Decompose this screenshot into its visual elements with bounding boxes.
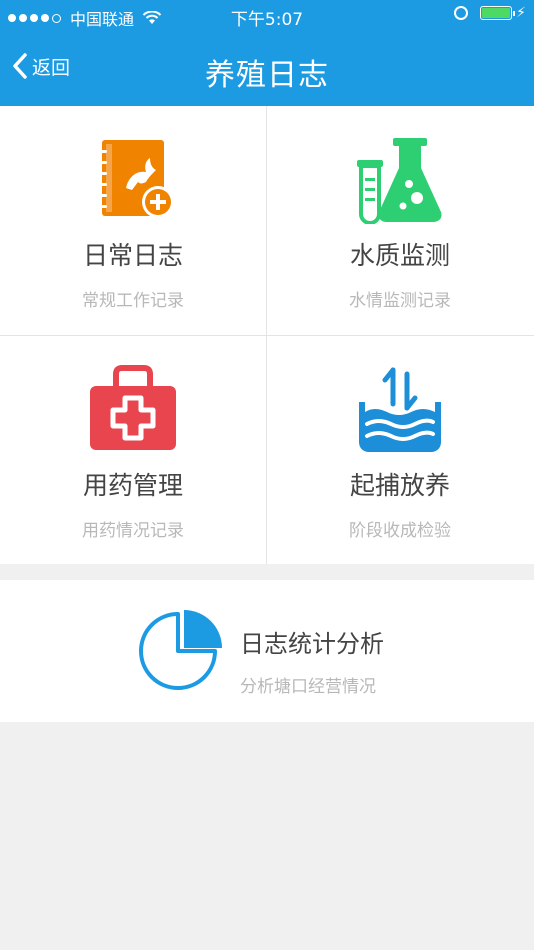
alarm-clock-icon — [454, 6, 469, 20]
module-grid: 日常日志 常规工作记录 水质监测 水情监测记录 用药管理 用药情况记录 起捕放养… — [0, 106, 534, 564]
status-right: ⚡ — [454, 5, 526, 21]
nav-bar: 返回 养殖日志 — [0, 32, 534, 106]
module-subtitle: 阶段收成检验 — [349, 521, 451, 541]
status-bar: 中国联通 下午5:07 ⚡ — [0, 0, 534, 32]
module-harvest-stocking[interactable]: 起捕放养 阶段收成检验 — [267, 336, 533, 564]
module-title: 用药管理 — [82, 471, 183, 500]
module-water-quality[interactable]: 水质监测 水情监测记录 — [267, 106, 533, 334]
stats-title: 日志统计分析 — [240, 630, 384, 658]
charging-icon: ⚡ — [516, 5, 526, 21]
module-subtitle: 水情监测记录 — [349, 291, 451, 311]
lab-flask-icon — [357, 138, 442, 224]
module-subtitle: 用药情况记录 — [82, 521, 184, 541]
module-subtitle: 常规工作记录 — [82, 291, 184, 311]
notebook-fish-add-icon — [97, 140, 174, 218]
water-transfer-icon — [359, 367, 441, 452]
page-title: 养殖日志 — [205, 58, 329, 93]
battery-icon — [480, 6, 516, 20]
medical-kit-icon — [90, 365, 176, 450]
stats-subtitle: 分析塘口经营情况 — [240, 677, 376, 697]
module-daily-log[interactable]: 日常日志 常规工作记录 — [0, 106, 266, 334]
module-medication[interactable]: 用药管理 用药情况记录 — [0, 336, 266, 564]
module-title: 日常日志 — [82, 241, 183, 270]
module-title: 水质监测 — [349, 241, 450, 270]
module-title: 起捕放养 — [349, 471, 450, 500]
stats-analysis-item[interactable]: 日志统计分析 分析塘口经营情况 — [0, 580, 534, 722]
pie-chart-icon — [139, 610, 222, 690]
grid-divider-horizontal — [0, 335, 534, 336]
header-bar: 中国联通 下午5:07 ⚡ 返回 养殖日志 — [0, 0, 534, 106]
